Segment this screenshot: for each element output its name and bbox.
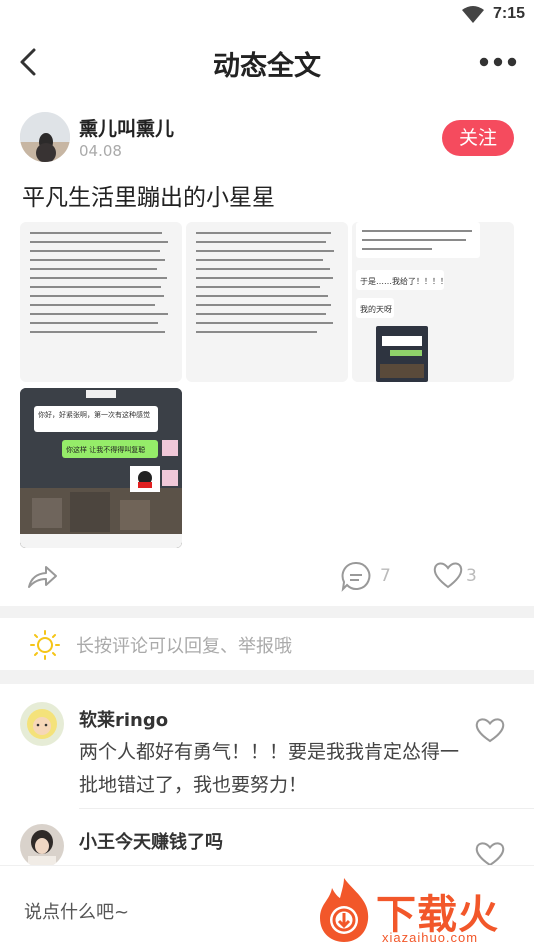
post-image-2[interactable] [186,222,348,382]
watermark-logo: 下载火 xiazaihuo.com [314,874,530,946]
comment-item[interactable]: 软莱ringo 两个人都好有勇气！！！要是我我肯定怂得一批地错过了，我也要努力！ [0,702,534,812]
comment-heart-icon[interactable] [474,716,506,744]
comment-icon [341,561,371,592]
comment-text: 两个人都好有勇气！！！要是我我肯定怂得一批地错过了，我也要努力！ [79,741,460,796]
comment-divider [79,808,534,809]
comment-item[interactable]: 小王今天赚钱了吗 [0,824,534,868]
like-count: 3 [466,566,477,586]
post-date: 04.08 [79,142,122,160]
post-image-4[interactable]: 你好，好紧张啊，第一次有这种感觉 你这样 让我不得得叫复聪 [20,388,182,548]
section-divider [0,606,534,618]
top-nav-bar: 动态全文 [0,30,534,92]
chat-reply-text-2: 我的天呀 [360,304,392,314]
more-options-icon[interactable] [478,52,518,72]
flame-logo-icon [320,878,369,942]
share-icon[interactable] [26,562,58,590]
status-bar: 7:15 [0,0,534,30]
page-title: 动态全文 [213,51,321,82]
lightbulb-icon [30,630,60,660]
comment-count: 7 [380,566,391,586]
commenter-name[interactable]: 小王今天赚钱了吗 [79,828,223,854]
author-avatar[interactable] [20,112,70,162]
like-button[interactable]: 3 [432,560,492,592]
post-image-3[interactable]: 于是……我给了！！！！ 我的天呀 [352,222,514,382]
wifi-icon [462,6,484,23]
status-time: 7:15 [493,5,526,22]
comment-tip-bar: 长按评论可以回复、举报哦 [0,618,534,670]
watermark-url: xiazaihuo.com [382,930,479,945]
heart-icon [433,562,463,589]
post-author: 熏儿叫熏儿 04.08 关注 [20,112,514,168]
comment-heart-icon[interactable] [474,840,506,868]
commenter-name[interactable]: 软莱ringo [79,706,168,732]
post-actions: 7 3 [0,556,534,596]
commenter-avatar[interactable] [20,702,64,746]
chat-reply-text: 你这样 让我不得得叫复聪 [66,445,145,454]
follow-button[interactable]: 关注 [442,120,514,156]
author-name[interactable]: 熏儿叫熏儿 [79,114,174,141]
comment-button[interactable]: 7 [340,560,400,592]
commenter-avatar[interactable] [20,824,64,868]
chat-reply-text-1: 于是……我给了！！！！ [360,276,448,286]
comment-tip-text: 长按评论可以回复、举报哦 [76,636,292,657]
post-title: 平凡生活里蹦出的小星星 [22,185,275,211]
comment-input[interactable]: 说点什么吧~ [24,898,129,924]
chat-greeting-text: 你好，好紧张啊，第一次有这种感觉 [38,410,150,419]
post-image-1[interactable] [20,222,182,382]
section-divider [0,670,534,684]
